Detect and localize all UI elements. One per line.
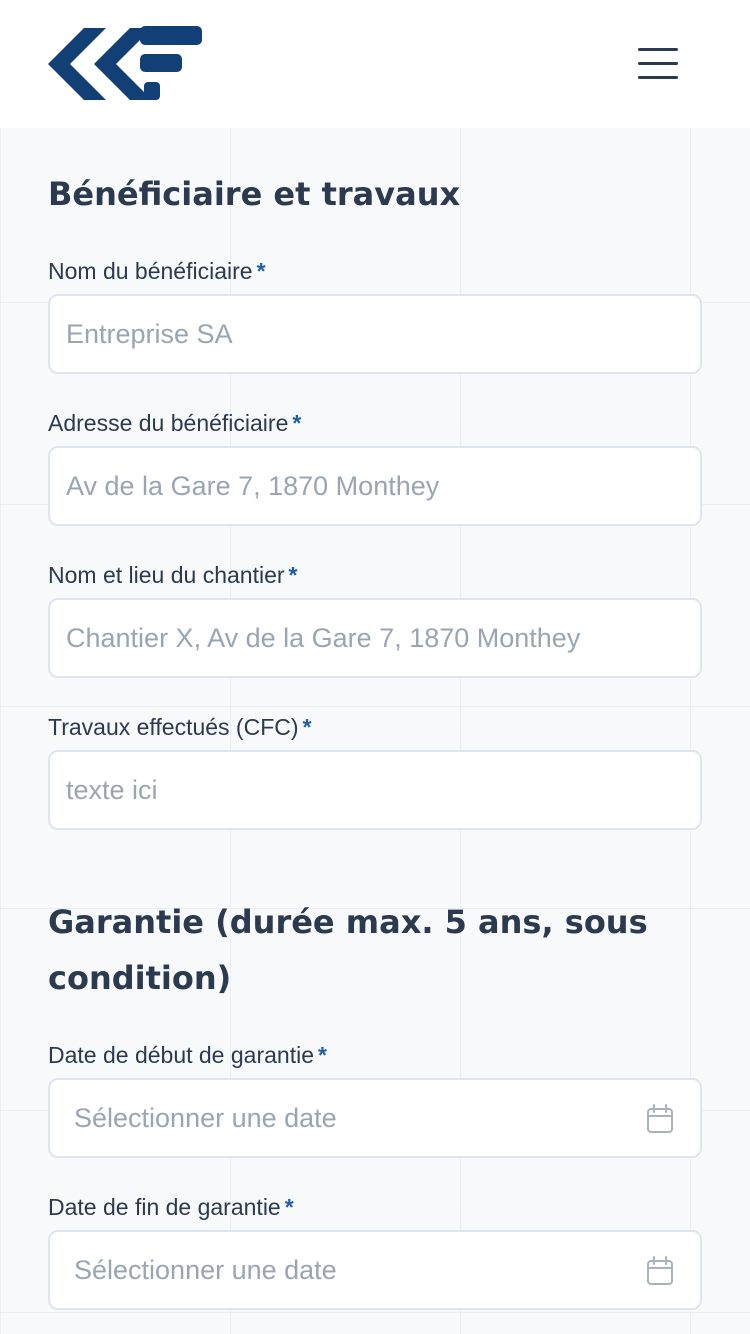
label-date-fin-garantie: Date de fin de garantie * — [48, 1194, 294, 1220]
required-asterisk: * — [292, 410, 302, 436]
date-fin-garantie-field[interactable] — [48, 1230, 702, 1310]
travaux-effectues-input[interactable] — [48, 750, 702, 830]
label-travaux-effectues: Travaux effectués (CFC) * — [48, 714, 312, 740]
required-asterisk: * — [256, 258, 266, 284]
nom-beneficiaire-input[interactable] — [48, 294, 702, 374]
adresse-beneficiaire-input[interactable] — [48, 446, 702, 526]
label-date-debut-garantie: Date de début de garantie * — [48, 1042, 327, 1068]
label-nom-lieu-chantier: Nom et lieu du chantier * — [48, 562, 298, 588]
app-header — [0, 0, 750, 128]
section-title-garantie-line2: condition) — [48, 959, 232, 997]
section-title-garantie: Garantie (durée max. 5 ans, sous conditio… — [48, 894, 688, 1006]
hamburger-menu-icon[interactable] — [630, 40, 686, 88]
required-asterisk: * — [317, 1042, 327, 1068]
section-title-beneficiaire: Bénéficiaire et travaux — [48, 175, 461, 213]
ccf-logo-icon[interactable] — [48, 26, 204, 102]
calendar-icon[interactable] — [646, 1256, 674, 1286]
required-asterisk: * — [302, 714, 312, 740]
label-adresse-beneficiaire: Adresse du bénéficiaire * — [48, 410, 302, 436]
label-nom-beneficiaire: Nom du bénéficiaire * — [48, 258, 266, 284]
nom-lieu-chantier-input[interactable] — [48, 598, 702, 678]
required-asterisk: * — [284, 1194, 294, 1220]
date-fin-garantie-input[interactable] — [50, 1232, 610, 1308]
required-asterisk: * — [288, 562, 298, 588]
calendar-icon[interactable] — [646, 1104, 674, 1134]
date-debut-garantie-field[interactable] — [48, 1078, 702, 1158]
section-title-garantie-line1: Garantie (durée max. 5 ans, sous — [48, 903, 648, 941]
date-debut-garantie-input[interactable] — [50, 1080, 610, 1156]
